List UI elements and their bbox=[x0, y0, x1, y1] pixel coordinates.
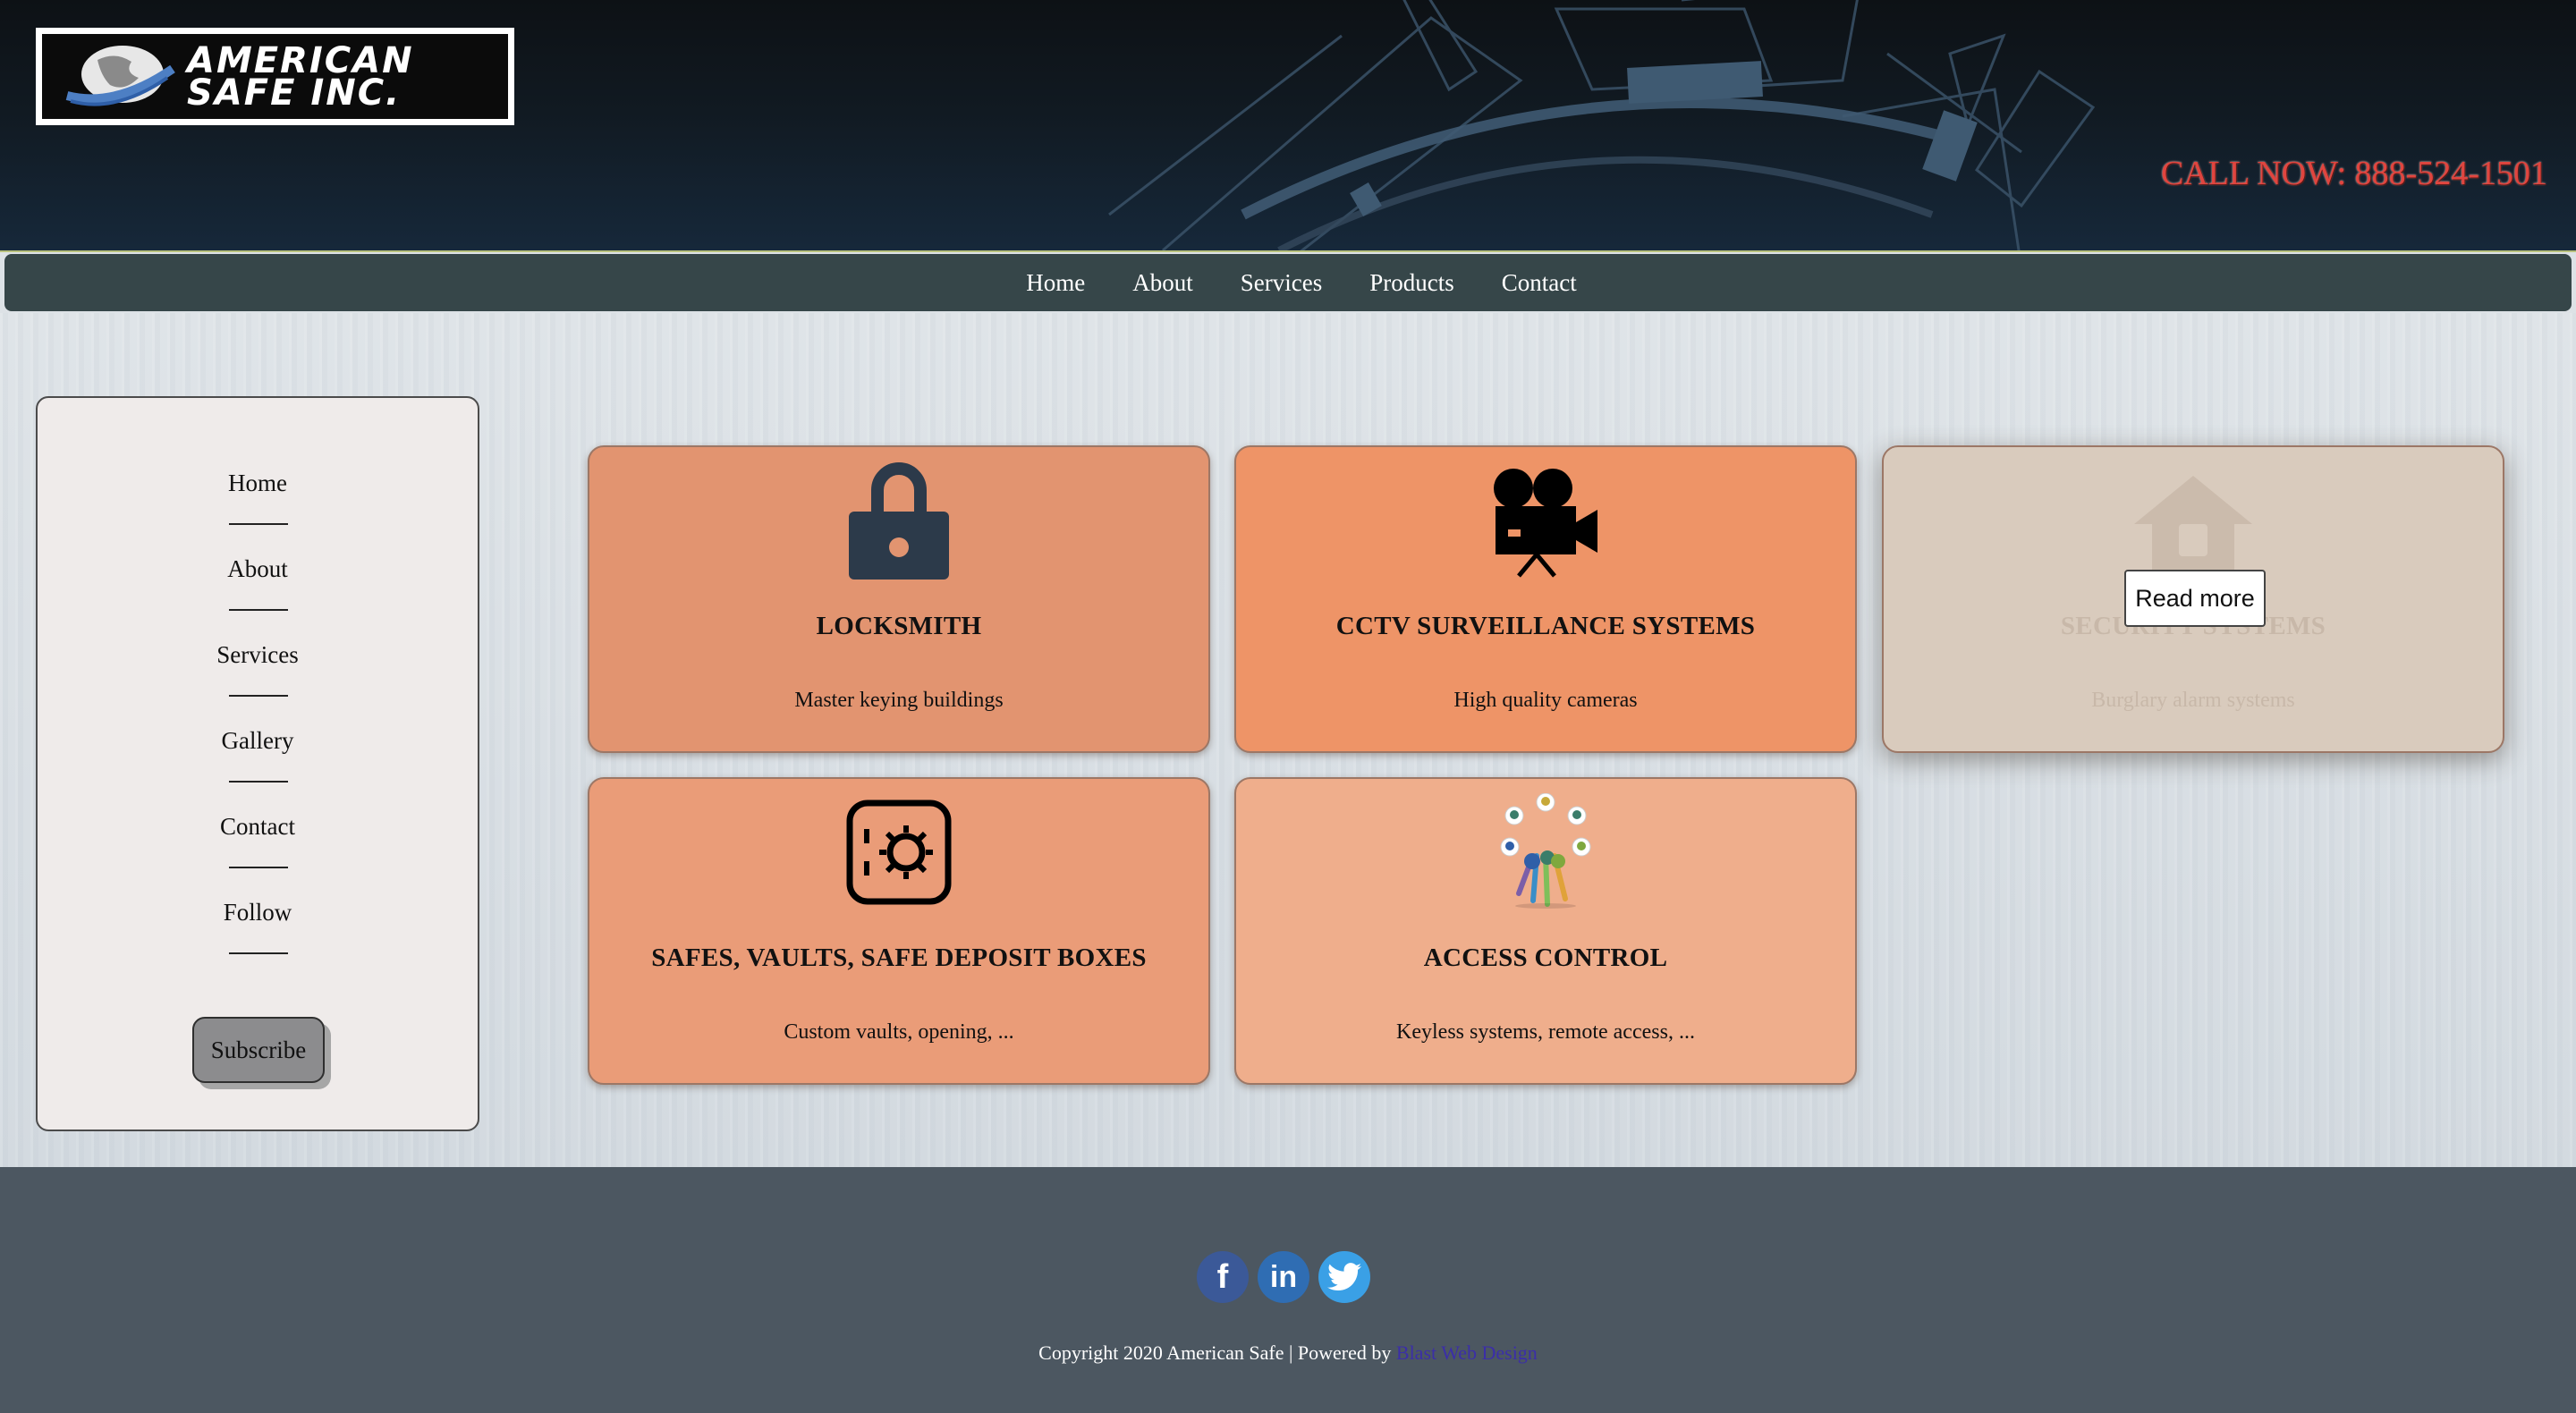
vault-dial-decoration bbox=[1108, 0, 2096, 250]
card-title: SAFES, VAULTS, SAFE DEPOSIT BOXES bbox=[651, 943, 1147, 972]
facebook-icon[interactable]: f bbox=[1197, 1251, 1249, 1303]
linkedin-icon[interactable]: in bbox=[1258, 1251, 1309, 1303]
card-title: LOCKSMITH bbox=[816, 612, 982, 640]
nav-products[interactable]: Products bbox=[1369, 269, 1454, 297]
twitter-bird-icon bbox=[1327, 1263, 1361, 1291]
card-subtitle: Keyless systems, remote access, ... bbox=[1396, 1020, 1695, 1044]
keys-people-icon bbox=[1500, 793, 1591, 909]
nav-services[interactable]: Services bbox=[1241, 269, 1322, 297]
sidebar-item-about[interactable]: About bbox=[38, 555, 478, 583]
sidebar-divider bbox=[229, 523, 288, 525]
logo-text: AMERICAN SAFE INC. bbox=[187, 39, 414, 114]
service-card-security[interactable]: SECURITY SYSTEMS Burglary alarm systems … bbox=[1882, 445, 2504, 753]
globe-icon bbox=[65, 45, 175, 106]
company-logo[interactable]: AMERICAN SAFE INC. bbox=[36, 28, 514, 125]
nav-about[interactable]: About bbox=[1132, 269, 1193, 297]
main-content: Home About Services Gallery Contact Foll… bbox=[0, 313, 2576, 1167]
copyright-line: Copyright 2020 American Safe | Powered b… bbox=[0, 1341, 2576, 1365]
sidebar-menu: Home About Services Gallery Contact Foll… bbox=[36, 396, 479, 1131]
social-links: f in bbox=[1197, 1251, 1370, 1303]
service-card-locksmith[interactable]: LOCKSMITH Master keying buildings bbox=[588, 445, 1210, 753]
subscribe-button[interactable]: Subscribe bbox=[192, 1017, 325, 1083]
card-subtitle: High quality cameras bbox=[1453, 689, 1638, 712]
card-subtitle: Burglary alarm systems bbox=[2091, 689, 2295, 712]
call-now-phone[interactable]: CALL NOW: 888-524-1501 bbox=[2161, 154, 2547, 193]
sidebar-item-follow[interactable]: Follow bbox=[38, 899, 478, 926]
nav-contact[interactable]: Contact bbox=[1502, 269, 1577, 297]
card-title: ACCESS CONTROL bbox=[1423, 943, 1668, 972]
twitter-icon[interactable] bbox=[1318, 1251, 1370, 1303]
sidebar-divider bbox=[229, 952, 288, 954]
sidebar-item-contact[interactable]: Contact bbox=[38, 813, 478, 841]
powered-by-link[interactable]: Blast Web Design bbox=[1396, 1341, 1538, 1364]
read-more-button[interactable]: Read more bbox=[2124, 570, 2266, 627]
site-footer: f in Copyright 2020 American Safe | Powe… bbox=[0, 1167, 2576, 1413]
padlock-icon bbox=[849, 462, 949, 580]
nav-home[interactable]: Home bbox=[1026, 269, 1085, 297]
sidebar-item-services[interactable]: Services bbox=[38, 641, 478, 669]
card-title: CCTV SURVEILLANCE SYSTEMS bbox=[1335, 612, 1756, 640]
card-subtitle: Master keying buildings bbox=[794, 689, 1004, 712]
video-camera-icon bbox=[1494, 469, 1597, 578]
service-card-access-control[interactable]: ACCESS CONTROL Keyless systems, remote a… bbox=[1234, 777, 1857, 1085]
copyright-text: Copyright 2020 American Safe | Powered b… bbox=[1038, 1341, 1396, 1364]
sidebar-divider bbox=[229, 695, 288, 697]
sidebar-divider bbox=[229, 867, 288, 868]
sidebar-divider bbox=[229, 781, 288, 783]
main-nav: Home About Services Products Contact bbox=[4, 254, 2572, 311]
sidebar-item-home[interactable]: Home bbox=[38, 470, 478, 497]
safe-icon bbox=[846, 800, 952, 905]
sidebar-item-gallery[interactable]: Gallery bbox=[38, 727, 478, 755]
service-card-safes[interactable]: SAFES, VAULTS, SAFE DEPOSIT BOXES Custom… bbox=[588, 777, 1210, 1085]
card-subtitle: Custom vaults, opening, ... bbox=[784, 1020, 1014, 1044]
sidebar-divider bbox=[229, 609, 288, 611]
site-header: AMERICAN SAFE INC. CALL NOW: 888-524-150… bbox=[0, 0, 2576, 252]
house-lock-icon bbox=[2134, 476, 2252, 574]
service-card-cctv[interactable]: CCTV SURVEILLANCE SYSTEMS High quality c… bbox=[1234, 445, 1857, 753]
logo-panel: AMERICAN SAFE INC. bbox=[42, 34, 508, 119]
